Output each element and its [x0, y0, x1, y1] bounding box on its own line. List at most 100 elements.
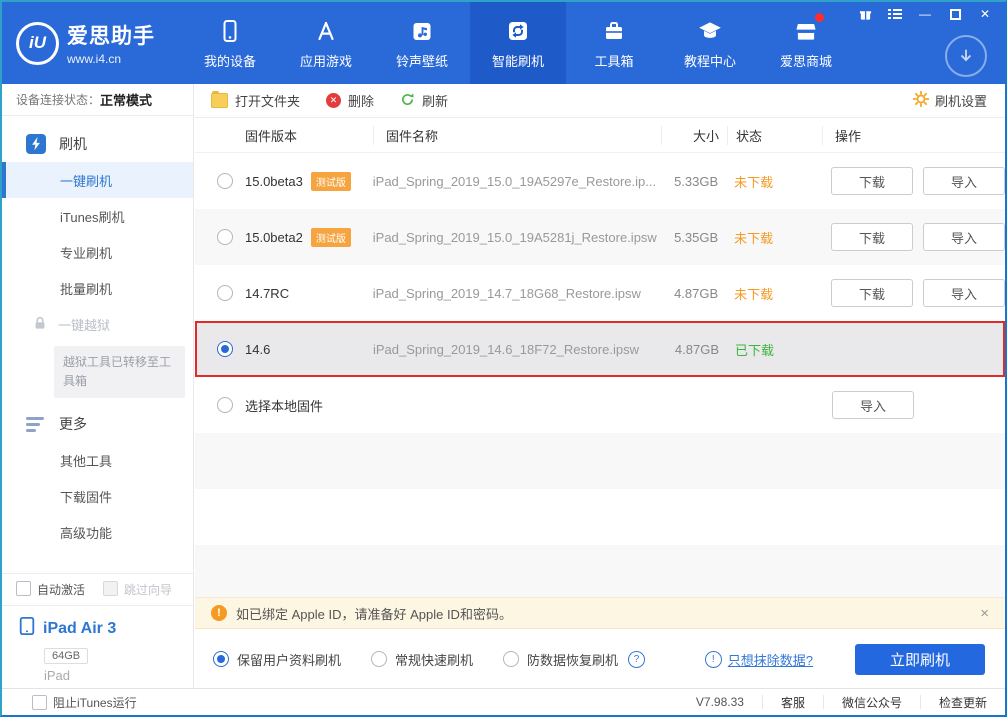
radio-button[interactable]	[217, 397, 233, 413]
main-content: 打开文件夹 ✕ 删除 刷新 刷机设置 固件版本 固件名称 大小 状态 操作 15…	[195, 84, 1005, 689]
radio-button	[371, 651, 388, 667]
firmware-toolbar: 打开文件夹 ✕ 删除 刷新 刷机设置	[195, 84, 1005, 118]
firmware-size: 5.33GB	[674, 173, 719, 189]
erase-data-link[interactable]: ! 只想抹除数据?	[704, 650, 813, 669]
firmware-version: 15.0beta2	[245, 229, 303, 245]
option-normal-fast-flash[interactable]: 常规快速刷机	[371, 650, 473, 669]
maximize-button[interactable]	[947, 7, 963, 21]
firmware-list: 15.0beta3 测试版 iPad_Spring_2019_15.0_19A52…	[195, 153, 1005, 597]
table-row[interactable]: 14.7RC iPad_Spring_2019_14.7_18G68_Resto…	[195, 265, 1005, 321]
nav-label: 铃声壁纸	[395, 54, 448, 69]
sidebar-item-pro-flash[interactable]: 专业刷机	[2, 234, 193, 270]
sidebar-item-advanced-features[interactable]: 高级功能	[2, 514, 193, 550]
table-row[interactable]: 15.0beta3 测试版 iPad_Spring_2019_15.0_19A52…	[195, 153, 1005, 209]
option-keep-user-data[interactable]: 保留用户资料刷机	[213, 650, 341, 669]
nav-apps-games[interactable]: 应用游戏	[278, 2, 374, 84]
option-anti-data-recovery[interactable]: 防数据恢复刷机 ?	[503, 650, 646, 669]
radio-button[interactable]	[217, 173, 233, 189]
radio-button-selected[interactable]	[217, 341, 233, 357]
download-center-button[interactable]	[945, 35, 987, 77]
flash-settings-button[interactable]: 刷机设置	[912, 90, 987, 110]
nav-my-device[interactable]: 我的设备	[182, 2, 278, 84]
firmware-name: iPad_Spring_2019_14.7_18G68_Restore.ipsw	[372, 285, 641, 301]
import-button[interactable]: 导入	[923, 223, 1005, 251]
checkbox-icon	[103, 581, 119, 596]
help-icon[interactable]: ?	[628, 650, 646, 668]
close-icon[interactable]: ×	[980, 605, 989, 622]
refresh-button[interactable]: 刷新	[400, 91, 448, 110]
gear-icon	[912, 90, 930, 110]
toolbox-icon	[602, 16, 626, 46]
sidebar-group-flash[interactable]: 刷机	[2, 126, 193, 162]
sidebar-item-other-tools[interactable]: 其他工具	[2, 442, 193, 478]
auto-activate-checkbox[interactable]: 自动激活	[16, 581, 85, 598]
download-button[interactable]: 下载	[831, 223, 913, 251]
status-badge: 未下载	[734, 230, 774, 246]
sidebar-checkboxes: 自动激活 跳过向导	[2, 573, 193, 605]
device-type: iPad	[44, 668, 71, 683]
firmware-size: 4.87GB	[674, 341, 719, 357]
sidebar-item-one-key-flash[interactable]: 一键刷机	[2, 162, 193, 198]
device-name: iPad Air 3	[43, 619, 117, 637]
folder-icon	[211, 91, 228, 108]
import-button[interactable]: 导入	[923, 167, 1005, 195]
download-button[interactable]: 下载	[831, 279, 913, 307]
firmware-version: 14.7RC	[245, 285, 290, 301]
customer-service-link[interactable]: 客服	[761, 695, 823, 710]
open-folder-button[interactable]: 打开文件夹	[211, 91, 300, 110]
sidebar-item-label: iTunes刷机	[60, 209, 125, 225]
table-row-selected[interactable]: 14.6 iPad_Spring_2019_14.6_18F72_Restore…	[195, 321, 1005, 377]
option-label: 防数据恢复刷机	[527, 652, 619, 668]
button-label: 刷新	[422, 94, 449, 109]
smart-flash-icon	[506, 16, 530, 46]
col-size: 大小	[661, 125, 727, 145]
table-header: 固件版本 固件名称 大小 状态 操作	[195, 118, 1005, 153]
sidebar-item-itunes-flash[interactable]: iTunes刷机	[2, 198, 193, 234]
firmware-name: iPad_Spring_2019_15.0_19A5297e_Restore.i…	[372, 173, 657, 189]
minimize-button[interactable]: —	[917, 7, 933, 21]
sidebar-group-more[interactable]: 更多	[2, 406, 193, 442]
block-itunes-checkbox[interactable]: 阻止iTunes运行	[32, 694, 137, 711]
status-label: 设备连接状态：	[16, 93, 101, 107]
device-info: iPad Air 3 64GB iPad	[2, 605, 193, 689]
nav-smart-flash[interactable]: 智能刷机	[470, 2, 566, 84]
sidebar-item-download-firmware[interactable]: 下载固件	[2, 478, 193, 514]
col-status: 状态	[727, 125, 822, 145]
table-row[interactable]: 15.0beta2 测试版 iPad_Spring_2019_15.0_19A52…	[195, 209, 1005, 265]
gift-icon[interactable]	[857, 7, 873, 21]
status-badge: 未下载	[734, 286, 774, 302]
sidebar-group-label: 刷机	[59, 136, 87, 152]
delete-button[interactable]: ✕ 删除	[326, 91, 374, 110]
wechat-account-link[interactable]: 微信公众号	[822, 695, 920, 710]
device-icon	[218, 16, 242, 46]
radio-button[interactable]	[217, 229, 233, 245]
device-connection-status: 设备连接状态： 正常模式	[2, 84, 193, 116]
skip-wizard-checkbox[interactable]: 跳过向导	[103, 581, 172, 598]
download-button[interactable]: 下载	[831, 167, 913, 195]
col-firmware-version: 固件版本	[245, 128, 298, 144]
list-icon[interactable]	[887, 7, 903, 21]
nav-mall[interactable]: 爱思商城	[758, 2, 854, 84]
nav-ringtones[interactable]: 铃声壁纸	[374, 2, 470, 84]
sidebar-item-batch-flash[interactable]: 批量刷机	[2, 270, 193, 306]
status-bar: 阻止iTunes运行 V7.98.33 客服 微信公众号 检查更新	[2, 688, 1005, 715]
close-button[interactable]: ✕	[977, 7, 993, 21]
nav-tutorials[interactable]: 教程中心	[662, 2, 758, 84]
mall-icon	[793, 13, 824, 46]
flash-now-button[interactable]: 立即刷机	[855, 643, 985, 675]
import-button[interactable]: 导入	[923, 279, 1005, 307]
nav-toolbox[interactable]: 工具箱	[566, 2, 662, 84]
app-header: iU 爱思助手 www.i4.cn 我的设备 应用游戏 铃声壁纸 智能刷机 工具…	[2, 2, 1005, 84]
firmware-version: 15.0beta3	[245, 173, 303, 189]
erase-link-label: 只想抹除数据?	[727, 652, 813, 668]
radio-button[interactable]	[217, 285, 233, 301]
col-firmware-name: 固件名称	[373, 125, 661, 145]
check-update-link[interactable]: 检查更新	[919, 695, 1005, 710]
apple-id-notice: ! 如已绑定 Apple ID，请准备好 Apple ID和密码。 ×	[195, 597, 1005, 629]
window-controls: — ✕	[857, 7, 993, 21]
import-button[interactable]: 导入	[832, 391, 914, 419]
table-row-local-firmware[interactable]: 选择本地固件 导入	[195, 377, 1005, 433]
tablet-icon	[18, 616, 36, 641]
checkbox-icon	[32, 694, 47, 710]
sidebar-item-jailbreak[interactable]: 一键越狱	[2, 306, 193, 342]
